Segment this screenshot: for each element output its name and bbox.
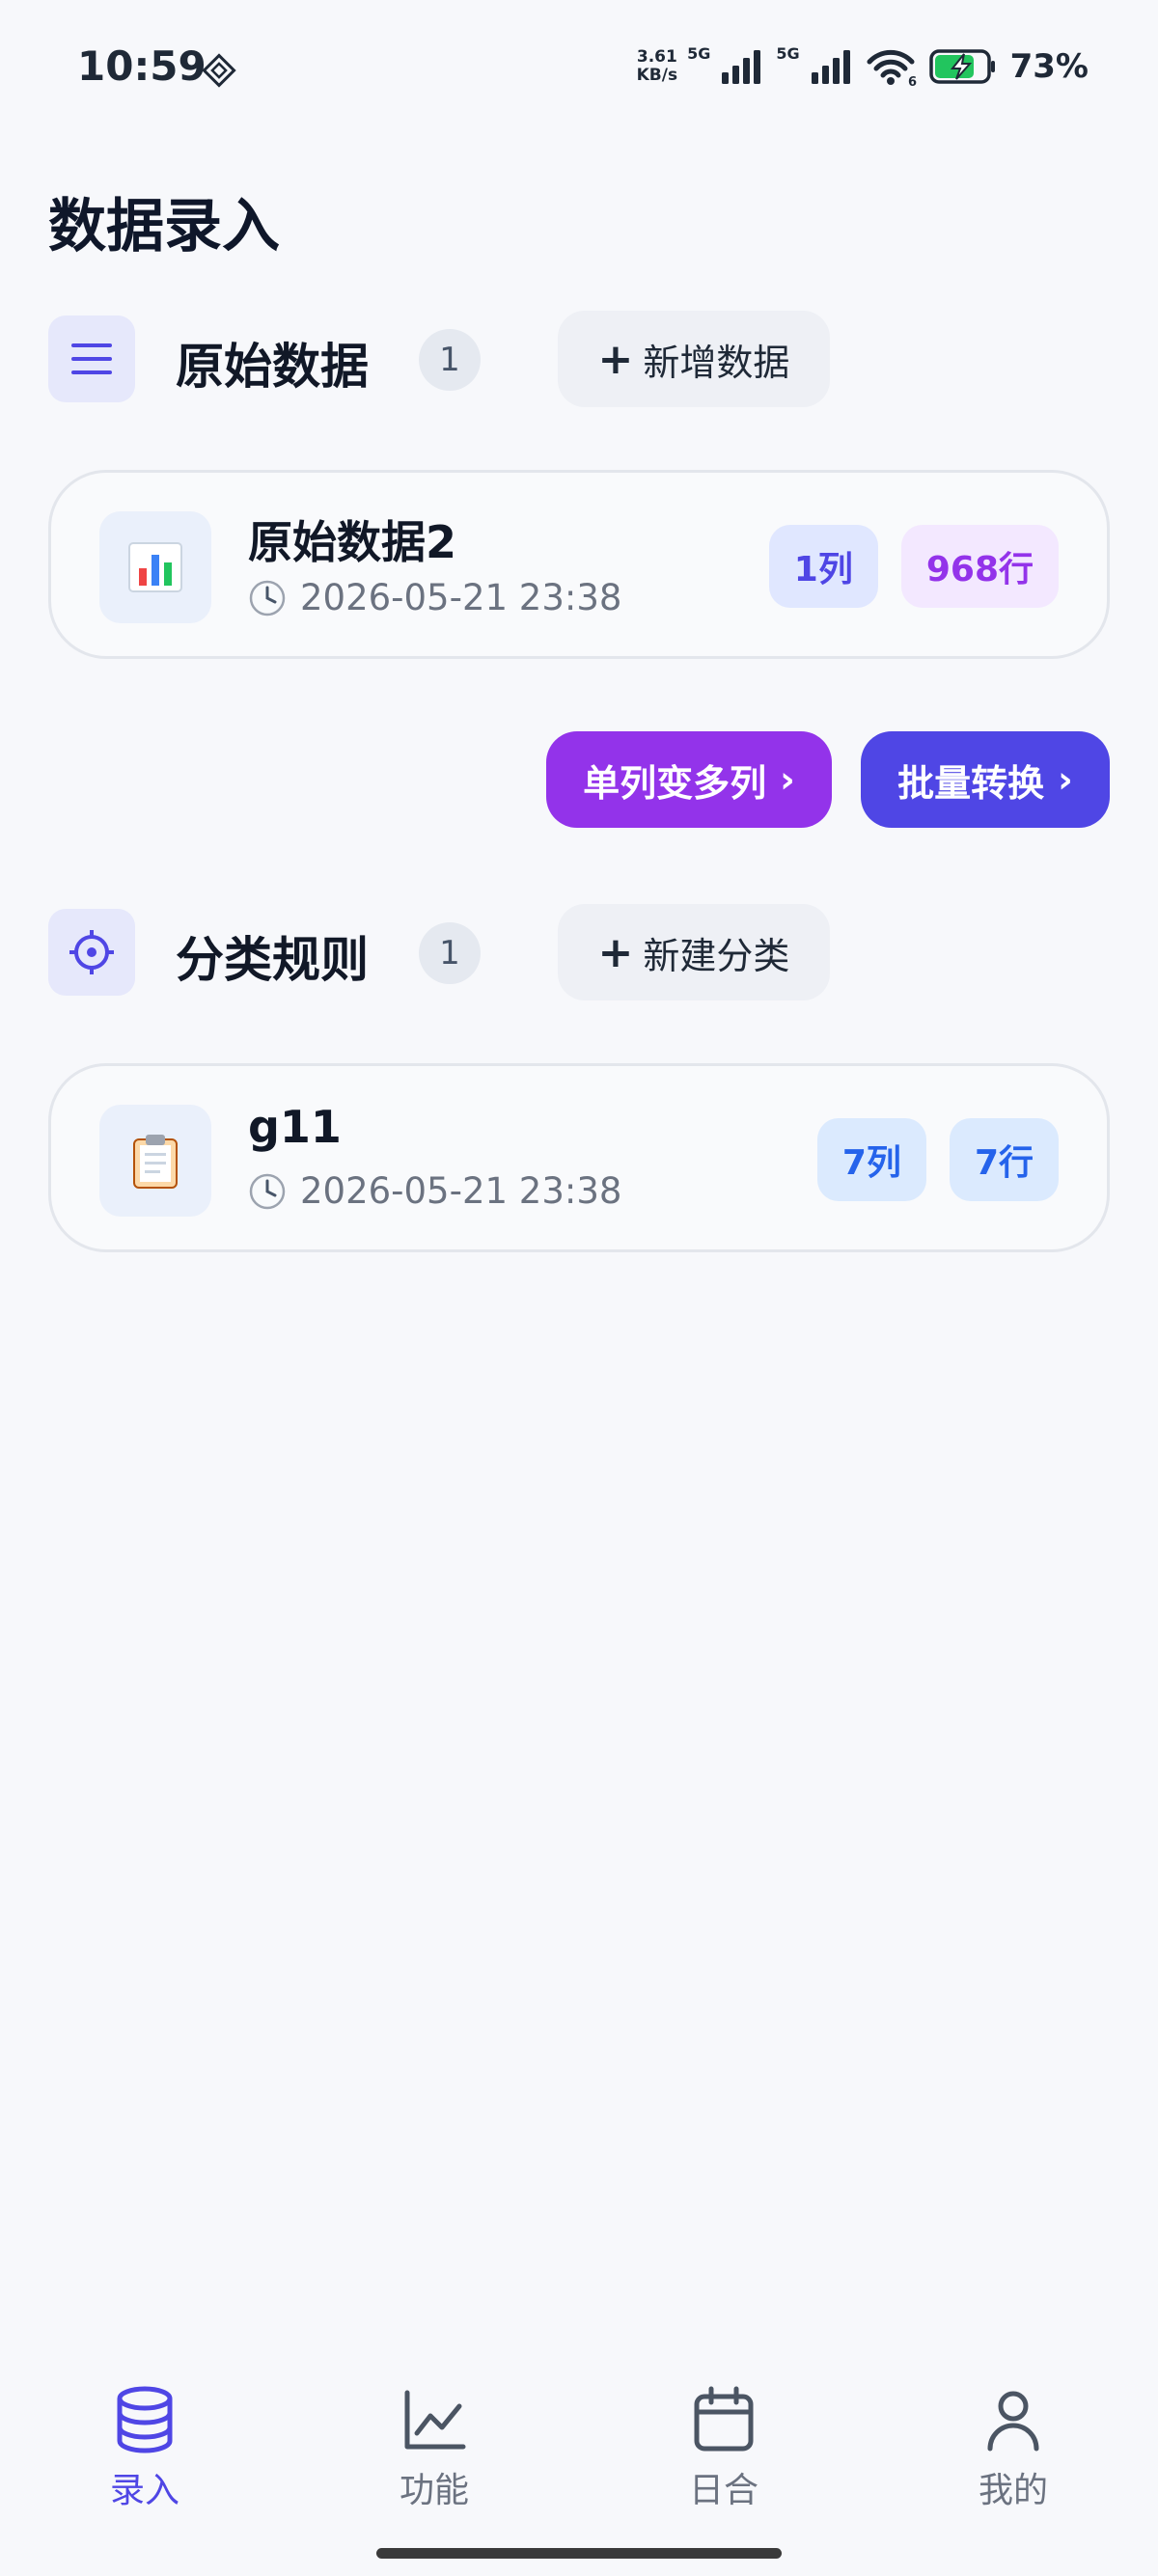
chevron-right-icon: › bbox=[780, 758, 795, 801]
status-indicators: 3.61 KB/s 5G 5G 6 73% bbox=[637, 42, 1089, 91]
chart-line-icon bbox=[404, 2390, 466, 2450]
split-column-label: 单列变多列 bbox=[583, 761, 767, 805]
battery-percent: 73% bbox=[1009, 47, 1089, 86]
bar-chart-icon bbox=[99, 511, 211, 623]
battery-charging-icon bbox=[928, 49, 995, 84]
gear-icon bbox=[48, 909, 135, 996]
nav-label-mine: 我的 bbox=[978, 2471, 1048, 2510]
column-count-badge: 1列 bbox=[768, 525, 878, 608]
add-category-label: 新建分类 bbox=[643, 934, 790, 977]
raw-data-title: 原始数据 bbox=[176, 339, 369, 395]
clipboard-icon bbox=[99, 1105, 211, 1217]
nav-item-functions[interactable]: 功能 bbox=[338, 2373, 531, 2518]
database-icon bbox=[117, 2386, 173, 2453]
net-speed: 3.61 KB/s bbox=[637, 48, 677, 85]
sim2-label: 5G bbox=[776, 44, 800, 63]
net-speed-value: 3.61 bbox=[636, 47, 677, 67]
plus-icon: + bbox=[597, 927, 634, 977]
clock-icon bbox=[249, 580, 286, 616]
rule-item-time-text: 2026-05-21 23:38 bbox=[300, 1170, 622, 1212]
sim1-label: 5G bbox=[687, 44, 711, 63]
nav-item-mine[interactable]: 我的 bbox=[917, 2373, 1110, 2518]
batch-convert-label: 批量转换 bbox=[897, 761, 1045, 805]
wifi-badge: 6 bbox=[908, 75, 917, 87]
raw-data-item-time-text: 2026-05-21 23:38 bbox=[300, 577, 622, 618]
plus-icon: + bbox=[597, 334, 634, 384]
nav-label-daily: 日合 bbox=[688, 2471, 758, 2510]
page-title: 数据录入 bbox=[48, 193, 280, 260]
nav-label-input: 录入 bbox=[109, 2471, 179, 2510]
raw-data-header: 原始数据 1 + 新增数据 bbox=[48, 311, 1110, 407]
home-indicator[interactable] bbox=[376, 2548, 782, 2559]
status-time: 10:59 bbox=[77, 42, 207, 90]
nav-item-daily[interactable]: 日合 bbox=[627, 2373, 820, 2518]
column-count-badge: 7列 bbox=[816, 1118, 926, 1201]
signal-icon bbox=[811, 50, 850, 84]
raw-data-count: 1 bbox=[419, 329, 481, 391]
user-icon bbox=[987, 2391, 1039, 2452]
status-bar: 10:59 3.61 KB/s 5G 5G 6 73% bbox=[0, 0, 1158, 135]
calendar-icon bbox=[694, 2386, 754, 2452]
add-data-label: 新增数据 bbox=[643, 341, 790, 384]
batch-convert-button[interactable]: 批量转换 › bbox=[861, 731, 1110, 828]
wifi-icon: 6 bbox=[867, 49, 917, 87]
rule-item-time: 2026-05-21 23:38 bbox=[248, 1170, 621, 1212]
signal-icon bbox=[722, 50, 761, 84]
add-category-button[interactable]: + 新建分类 bbox=[558, 904, 830, 1000]
clock-icon bbox=[249, 1173, 286, 1209]
split-column-button[interactable]: 单列变多列 › bbox=[546, 731, 832, 828]
bottom-nav: 录入 功能 日合 我的 bbox=[0, 2373, 1158, 2537]
rules-header: 分类规则 1 + 新建分类 bbox=[48, 904, 1110, 1000]
chevron-right-icon: › bbox=[1058, 758, 1073, 801]
rules-title: 分类规则 bbox=[176, 932, 369, 988]
nav-item-input[interactable]: 录入 bbox=[48, 2373, 241, 2518]
rule-card[interactable]: g11 2026-05-21 23:38 7列 7行 bbox=[48, 1063, 1110, 1252]
nav-label-functions: 功能 bbox=[399, 2471, 469, 2510]
list-icon bbox=[48, 315, 135, 402]
raw-data-item-time: 2026-05-21 23:38 bbox=[248, 577, 621, 618]
raw-data-card[interactable]: 原始数据2 2026-05-21 23:38 1列 968行 bbox=[48, 470, 1110, 659]
net-speed-unit: KB/s bbox=[636, 66, 678, 85]
add-data-button[interactable]: + 新增数据 bbox=[558, 311, 830, 407]
row-count-badge: 7行 bbox=[949, 1118, 1059, 1201]
raw-data-tags: 1列 968行 bbox=[768, 525, 1059, 608]
rule-item-title: g11 bbox=[248, 1101, 342, 1153]
rules-count: 1 bbox=[419, 922, 481, 984]
rule-tags: 7列 7行 bbox=[816, 1118, 1059, 1201]
dnd-icon bbox=[202, 53, 236, 88]
row-count-badge: 968行 bbox=[900, 525, 1059, 608]
raw-data-item-title: 原始数据2 bbox=[248, 516, 457, 568]
